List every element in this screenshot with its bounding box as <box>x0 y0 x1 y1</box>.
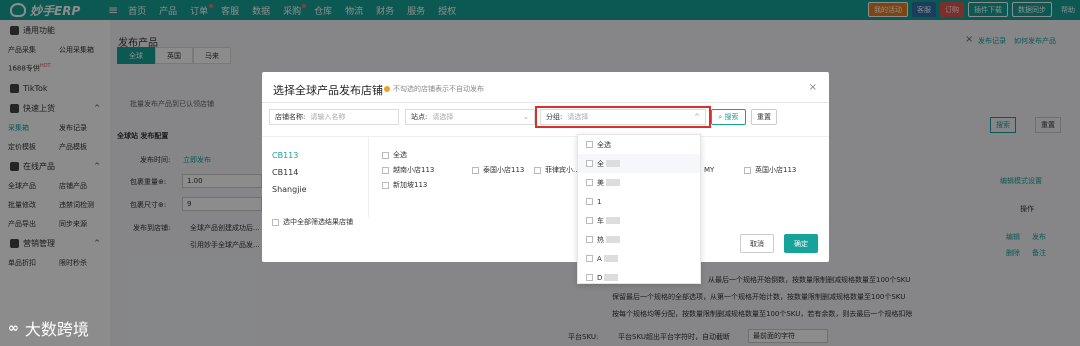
search-label: 搜索 <box>724 113 739 121</box>
watermark-logo-icon: ∞ <box>8 320 19 336</box>
divider <box>262 102 829 103</box>
hint-text: 不勾选的店铺表示不自动发布 <box>393 85 484 93</box>
checkbox[interactable] <box>534 166 541 174</box>
highlight-box <box>535 106 711 128</box>
checkbox[interactable] <box>586 255 593 262</box>
group-item-cb114[interactable]: CB114 <box>272 164 307 181</box>
group-list: CB113 CB114 Shangjie <box>272 147 307 198</box>
dropdown-option[interactable]: 车 <box>578 211 700 230</box>
modal-hint: 不勾选的店铺表示不自动发布 <box>384 84 484 94</box>
checkbox[interactable] <box>382 151 389 159</box>
blurred-text <box>606 217 620 224</box>
store-name-filter[interactable]: 店铺名称: 请输入名称 <box>269 109 399 125</box>
store-uk[interactable]: 英国小店113 <box>744 165 796 175</box>
watermark: ∞ 大数跨境 <box>8 316 89 340</box>
checkbox[interactable] <box>586 198 593 205</box>
divider <box>262 136 829 137</box>
dropdown-option[interactable]: 1 <box>578 192 700 211</box>
checkbox[interactable] <box>586 141 593 148</box>
store-label: 菲律宾小... <box>545 166 580 174</box>
select-all-results[interactable]: 选中全部筛选结果店铺 <box>272 217 353 227</box>
search-button[interactable]: ⌕ 搜索 <box>711 109 746 125</box>
divider <box>368 137 369 217</box>
site-filter[interactable]: 站点: 请选择 ⌄ <box>405 109 535 125</box>
chevron-down-icon: ⌄ <box>523 113 529 121</box>
store-select-all[interactable]: 全选 <box>382 150 407 160</box>
dropdown-option[interactable]: D <box>578 268 700 287</box>
store-singapore[interactable]: 新加坡113 <box>382 180 427 190</box>
option-label: 美 <box>597 178 604 187</box>
blurred-text <box>603 255 618 262</box>
blurred-text <box>606 236 620 243</box>
watermark-text: 大数跨境 <box>24 320 89 339</box>
modal-close-icon[interactable]: × <box>809 82 817 93</box>
store-my[interactable]: MY <box>704 166 744 174</box>
reset-button[interactable]: 重置 <box>751 109 777 125</box>
dropdown-option[interactable]: 全 <box>578 154 700 173</box>
blurred-text <box>604 274 619 281</box>
info-dot-icon <box>384 86 390 92</box>
store-name-input[interactable]: 请输入名称 <box>310 112 345 122</box>
option-label: 全 <box>597 159 604 168</box>
checkbox[interactable] <box>586 179 593 186</box>
store-thailand[interactable]: 泰国小店113 <box>472 165 534 175</box>
group-item-shangjie[interactable]: Shangjie <box>272 181 307 198</box>
blurred-text <box>606 160 620 167</box>
select-all-label: 选中全部筛选结果店铺 <box>283 218 353 226</box>
checkbox[interactable] <box>586 236 593 243</box>
dropdown-option[interactable]: 热 <box>578 230 700 249</box>
checkbox[interactable] <box>586 217 593 224</box>
checkbox[interactable] <box>586 274 593 281</box>
option-label: 车 <box>597 216 604 225</box>
option-label: 1 <box>597 197 602 206</box>
checkbox[interactable] <box>382 181 389 189</box>
store-label: 全选 <box>393 151 407 159</box>
select-store-modal: 选择全球产品发布店铺 不勾选的店铺表示不自动发布 × 店铺名称: 请输入名称 站… <box>262 72 829 262</box>
modal-title: 选择全球产品发布店铺 <box>273 84 383 97</box>
store-label: 英国小店113 <box>755 166 797 174</box>
checkbox[interactable] <box>744 166 751 174</box>
store-label: 泰国小店113 <box>483 166 525 174</box>
site-select[interactable]: 请选择 <box>432 112 453 122</box>
option-label: A <box>597 254 602 263</box>
group-item-cb113[interactable]: CB113 <box>272 147 307 164</box>
cancel-button[interactable]: 取消 <box>740 234 774 253</box>
option-label: 热 <box>597 235 604 244</box>
search-icon: ⌕ <box>718 112 723 121</box>
store-label: 越南小店113 <box>393 166 435 174</box>
store-label: MY <box>704 166 715 174</box>
blurred-text <box>606 179 620 186</box>
checkbox[interactable] <box>472 166 479 174</box>
checkbox[interactable] <box>586 160 593 167</box>
store-name-label: 店铺名称: <box>275 113 306 121</box>
store-label: 新加坡113 <box>393 181 428 189</box>
dropdown-option[interactable]: A <box>578 249 700 268</box>
option-label: D <box>597 273 603 282</box>
dropdown-option[interactable]: 美 <box>578 173 700 192</box>
site-label: 站点: <box>411 113 428 121</box>
option-label: 全选 <box>597 140 611 149</box>
store-vietnam[interactable]: 越南小店113 <box>382 165 472 175</box>
confirm-button[interactable]: 确定 <box>784 234 818 253</box>
dropdown-option[interactable]: 全选 <box>578 135 700 154</box>
group-dropdown: 全选 全 美 1 车 热 A D <box>577 134 701 284</box>
checkbox[interactable] <box>382 166 389 174</box>
checkbox[interactable] <box>272 218 279 226</box>
